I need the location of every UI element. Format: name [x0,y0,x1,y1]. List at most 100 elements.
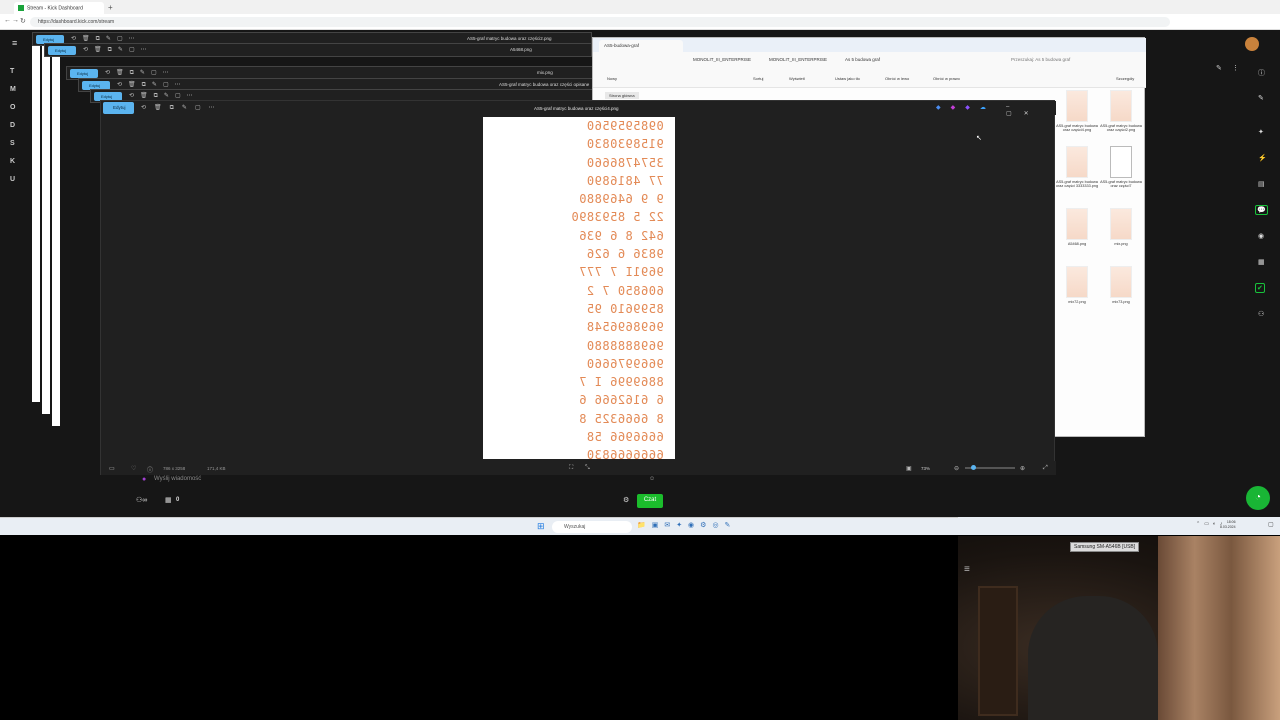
toolbar-icons[interactable]: ⟲🗑⧉✎▢⋯ [71,35,141,43]
heart-icon[interactable]: ♡ [131,465,136,472]
wrench-icon[interactable]: ✔ [1255,283,1265,293]
chat-input-row: ● Wyślij wiadomość ☺ ⚇∞ ▦ 0 ⚙ Czat [130,476,670,512]
digit-row: 606850 7 2 [586,283,664,298]
info-icon[interactable]: ⓘ [1258,68,1265,78]
window-edge [32,32,40,402]
address-bar: ← → ↻ https://dashboard.kick.com/stream [0,14,1280,30]
emoji-icon[interactable]: ☺ [649,476,655,482]
chat-input[interactable]: Wyślij wiadomość [154,476,201,482]
mic-icon[interactable]: ● [142,476,146,483]
taskbar-search[interactable]: Wyszukaj [552,521,632,533]
expand-icon[interactable]: ⤢ [1043,465,1048,472]
explorer-tab[interactable]: AS5-budowa-graf [599,40,683,52]
points-icon[interactable]: ⚇∞ [136,496,147,504]
file-item[interactable]: mix72.png [1055,266,1099,304]
file-item[interactable]: AS5-graf matryc budowa oraz części2.png [1099,90,1143,132]
new-tab-button[interactable]: + [108,3,113,12]
details-button[interactable]: Szczegóły [1116,76,1134,81]
sidebar-item[interactable]: S [10,140,15,147]
bolt-icon[interactable]: ⚡ [1258,154,1267,162]
fit-icon[interactable]: ⤡ [585,465,590,472]
file-item[interactable]: A5468.png [1055,208,1099,246]
set-background-button[interactable]: Ustaw jako tło [835,76,860,81]
webcam-menu-icon[interactable]: ≡ [964,564,970,575]
fullscreen-icon[interactable]: ⛶ [569,465,573,472]
group-icon[interactable]: ⚇ [1258,310,1264,318]
sort-button[interactable]: Sortuj [753,76,763,81]
file-grid: AS5-graf matryc budowa oraz części4.png … [1055,90,1145,430]
avatar[interactable] [1245,37,1259,51]
image-dimensions: 786 x 3258 [163,466,186,471]
zoom-in-icon[interactable]: ⊕ [1020,465,1025,472]
file-item[interactable]: AS5-graf matryc budowa oraz części4.png [1055,90,1099,132]
path-segment[interactable]: As 5 budowa graf [845,57,880,62]
path-segment[interactable]: MONOLIT_III_ENTERPRISE [693,57,751,62]
support-bubble-icon[interactable]: ◔ [1246,486,1270,510]
storage-icon[interactable]: ▦ [1258,258,1265,266]
file-thumbnail [1066,146,1088,178]
taskbar-app-icons[interactable]: 📁▣✉✦◉⚙◎✎ [637,521,736,529]
clock[interactable]: 18:06 8.03.2024 [1220,520,1236,530]
sidebar-item[interactable]: O [10,104,15,111]
hamburger-menu-icon[interactable]: ≡ [12,38,17,48]
explorer-search-input[interactable]: Przeszukaj: As 5 budowa graf [1011,57,1070,62]
zoom-out-icon[interactable]: ⊖ [954,465,959,472]
file-name: mix72.png [1068,300,1086,304]
chat-send-button[interactable]: Czat [637,494,663,508]
zoom-fit-icon[interactable]: ▣ [906,465,912,472]
edit-button[interactable]: Edytuj [103,102,134,114]
sidebar-item[interactable]: T [10,68,14,75]
window-controls[interactable]: –▢✕ [1006,104,1056,117]
url-input[interactable]: https://dashboard.kick.com/stream [30,17,1170,27]
toolbar-icons[interactable]: ⟲🗑⧉✎▢⋯ [117,81,187,89]
edit-icon[interactable]: ✎ [1216,64,1222,72]
target-icon[interactable]: ✦ [1258,128,1264,136]
path-segment[interactable]: MONOLIT_III_ENTERPRISE [769,57,827,62]
edit-button[interactable]: Edytuj [70,69,98,78]
zoom-level[interactable]: 73% [921,466,930,471]
view-button[interactable]: Wyświetl [789,76,805,81]
zoom-slider-knob[interactable] [971,465,976,470]
settings-icon[interactable]: ⚙ [623,496,629,504]
sidebar-item[interactable]: K [10,158,15,165]
file-name: AS5-graf matryc budowa oraz części7 [1100,180,1142,188]
windows-start-icon[interactable]: ⊞ [537,521,545,532]
toolbar-icons[interactable]: ⟲🗑⧉✎▢⋯ [105,69,175,77]
webcam-person [1028,596,1158,720]
photo-window[interactable]: Edytuj ⟲🗑⧉✎▢⋯ A5468.png [44,43,592,57]
toolbar-icons[interactable]: ⟲🗑⧉✎▢⋯ [129,92,199,100]
file-item[interactable]: AS5-graf matryc budowa oraz części7 [1099,146,1143,188]
file-item[interactable]: mix.png [1099,208,1143,246]
rotate-left-button[interactable]: Obróć w lewo [885,76,909,81]
forward-button[interactable]: → [12,17,19,24]
filmstrip-icon[interactable]: ▭ [109,465,115,472]
notification-icon[interactable]: ▢ [1268,521,1274,528]
file-name: AS5-graf matryc budowa oraz części4.png [1056,124,1098,132]
rotate-right-button[interactable]: Obróć w prawo [933,76,960,81]
digit-row: 22 5 8593890 [571,210,664,225]
broadcast-icon[interactable]: ◉ [1258,232,1264,240]
sidebar-item[interactable]: M [10,86,16,93]
page-icon[interactable]: ▤ [1258,180,1265,188]
file-item[interactable]: mix73.png [1099,266,1143,304]
browser-tab[interactable]: Stream - Kick Dashboard [14,2,104,14]
sidebar-item[interactable]: D [10,122,15,129]
reload-button[interactable]: ↻ [20,17,26,25]
pen-icon[interactable]: ✎ [1258,94,1264,102]
digit-row: 9669976660 [586,356,664,371]
sidebar-item[interactable]: U [10,176,15,183]
edit-button[interactable]: Edytuj [48,46,76,55]
file-item[interactable]: AS5-graf matryc budowa oraz części 33333… [1055,146,1099,188]
info-icon[interactable]: ⓘ [147,465,153,474]
chat-icon[interactable]: 💬 [1255,205,1268,215]
viewer-toolbar-icons[interactable]: ⟲🗑⧉✎▢⋯ [141,104,223,112]
webcam-cabinet [978,586,1018,716]
nav-item-home[interactable]: Strona główna [605,92,639,99]
gift-icon[interactable]: ▦ [165,496,172,504]
zoom-slider[interactable] [965,465,1015,470]
more-icon[interactable]: ⋮ [1232,64,1239,72]
back-button[interactable]: ← [4,17,11,24]
app-shortcut-icons[interactable]: ◆◆◆☁ [936,104,996,111]
new-button[interactable]: Nowy [607,76,617,81]
toolbar-icons[interactable]: ⟲🗑⧉✎▢⋯ [83,46,153,54]
